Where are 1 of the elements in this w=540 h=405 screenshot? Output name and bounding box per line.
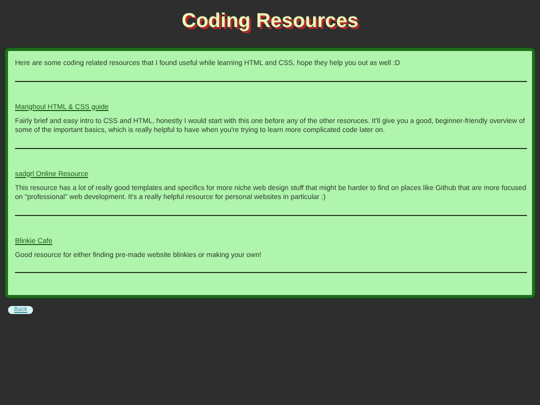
page-title: Coding Resources <box>180 9 360 34</box>
